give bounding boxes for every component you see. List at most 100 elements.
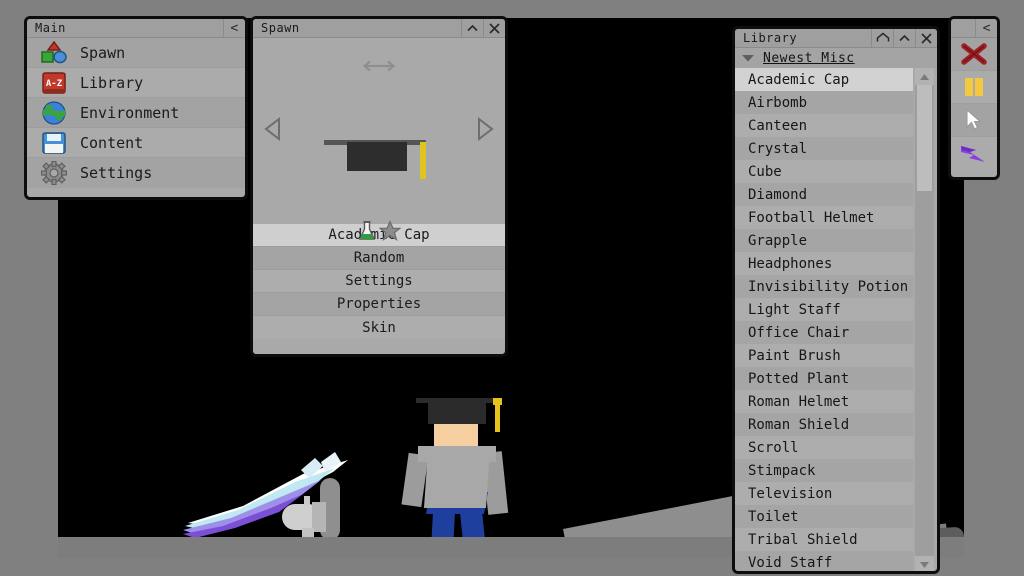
list-item[interactable]: Airbomb: [735, 91, 913, 114]
spawn-menu-item-label: Skin: [362, 319, 396, 336]
gear-icon: [40, 160, 68, 186]
list-item[interactable]: Void Staff: [735, 551, 913, 571]
list-item[interactable]: Invisibility Potion: [735, 275, 913, 298]
chevron-down-icon: [742, 55, 754, 62]
list-item[interactable]: Potted Plant: [735, 367, 913, 390]
spawn-menu-item-random[interactable]: Random: [253, 247, 505, 270]
library-category-filter[interactable]: Newest Misc: [735, 48, 937, 68]
scroll-down-button[interactable]: [915, 556, 934, 571]
list-item-label: Potted Plant: [748, 370, 850, 387]
list-item-label: Void Staff: [748, 554, 833, 571]
list-item-label: Tribal Shield: [748, 531, 858, 548]
sidebar-item-content[interactable]: Content: [27, 128, 245, 158]
cursor-arrow-icon: [966, 108, 982, 130]
flask-icon: [358, 221, 376, 240]
list-item[interactable]: Light Staff: [735, 298, 913, 321]
sidebar-item-library[interactable]: A-Z Library: [27, 68, 245, 98]
sidebar-item-label: Spawn: [80, 43, 126, 62]
list-item[interactable]: Cube: [735, 160, 913, 183]
spawn-preview-area[interactable]: [253, 38, 505, 241]
list-item-label: Airbomb: [748, 94, 808, 111]
library-window[interactable]: Library Newest Misc Academic Cap Airbomb: [732, 26, 940, 574]
list-item[interactable]: Stimpack: [735, 459, 913, 482]
list-item[interactable]: Headphones: [735, 252, 913, 275]
sidebar-item-settings[interactable]: Settings: [27, 158, 245, 188]
spawn-menu-item-label: Settings: [345, 273, 413, 289]
list-item[interactable]: Diamond: [735, 183, 913, 206]
tool-delete-button[interactable]: [951, 38, 997, 71]
tool-strip-window[interactable]: <: [948, 16, 1000, 180]
tool-impulse-button[interactable]: [951, 137, 997, 170]
library-category-label: Newest Misc: [763, 50, 855, 66]
list-item-label: Canteen: [748, 117, 808, 134]
library-close-button[interactable]: [915, 29, 937, 48]
main-menu-titlebar[interactable]: Main <: [27, 19, 245, 38]
list-item-label: Roman Helmet: [748, 393, 850, 410]
spawn-menu-item-label: Random: [353, 250, 405, 266]
list-item[interactable]: Tribal Shield: [735, 528, 913, 551]
spawn-next-button[interactable]: [475, 116, 495, 145]
list-item[interactable]: Academic Cap: [735, 68, 913, 91]
scrollbar-track[interactable]: [915, 85, 934, 556]
triangle-down-icon: [920, 561, 929, 568]
caret-up-icon: [467, 24, 478, 31]
tool-pause-button[interactable]: [951, 71, 997, 104]
list-item[interactable]: Roman Helmet: [735, 390, 913, 413]
library-item-list[interactable]: Academic Cap Airbomb Canteen Crystal Cub…: [735, 68, 913, 571]
spawn-menu-item-label: Properties: [336, 296, 422, 312]
tool-strip-collapse-button[interactable]: <: [975, 19, 997, 38]
sidebar-item-label: Settings: [80, 164, 153, 182]
spawn-menu-item-properties[interactable]: Properties: [253, 293, 505, 316]
spawn-badges: [357, 220, 401, 242]
triangle-right-icon: [478, 116, 494, 142]
library-minimize-button[interactable]: [893, 29, 915, 48]
list-item[interactable]: Crystal: [735, 137, 913, 160]
main-menu-window[interactable]: Main < Spawn A-Z Library Environment Con…: [24, 16, 248, 200]
list-item[interactable]: Roman Shield: [735, 413, 913, 436]
spawn-close-button[interactable]: [483, 19, 505, 38]
list-item[interactable]: Toilet: [735, 505, 913, 528]
list-item[interactable]: Grapple: [735, 229, 913, 252]
list-item-label: Television: [748, 485, 833, 502]
list-item-label: Paint Brush: [748, 347, 841, 364]
list-item[interactable]: Paint Brush: [735, 344, 913, 367]
academic-cap-tassel: [495, 400, 500, 432]
list-item[interactable]: Scroll: [735, 436, 913, 459]
close-icon: [921, 32, 932, 44]
list-item[interactable]: Football Helmet: [735, 206, 913, 229]
close-icon: [489, 22, 500, 34]
library-titlebar[interactable]: Library: [735, 29, 937, 48]
spawn-window[interactable]: Spawn Academic Cap Random Settings Prope…: [250, 16, 508, 357]
list-item-label: Toilet: [748, 508, 799, 525]
spawn-titlebar[interactable]: Spawn: [253, 19, 505, 38]
list-item[interactable]: Office Chair: [735, 321, 913, 344]
tool-strip-titlebar[interactable]: <: [951, 19, 997, 38]
list-item-label: Headphones: [748, 255, 833, 272]
az-book-icon: A-Z: [41, 71, 67, 95]
library-scrollbar[interactable]: [915, 68, 934, 571]
tool-select-button[interactable]: [951, 104, 997, 137]
sidebar-item-label: Environment: [80, 103, 180, 122]
list-item[interactable]: Television: [735, 482, 913, 505]
caret-up-icon: [899, 34, 910, 41]
sidebar-item-environment[interactable]: Environment: [27, 98, 245, 128]
spawn-prev-button[interactable]: [263, 116, 283, 145]
list-item[interactable]: Canteen: [735, 114, 913, 137]
list-item-label: Roman Shield: [748, 416, 850, 433]
scrollbar-thumb[interactable]: [917, 85, 932, 191]
main-menu-title: Main: [35, 21, 66, 35]
floppy-disk-icon: [41, 131, 67, 155]
list-item-label: Academic Cap: [748, 71, 850, 88]
spawn-minimize-button[interactable]: [461, 19, 483, 38]
list-item-label: Cube: [748, 163, 782, 180]
spawn-menu-item-skin[interactable]: Skin: [253, 316, 505, 339]
lightning-bolt-icon: [961, 145, 985, 162]
sidebar-item-spawn[interactable]: Spawn: [27, 38, 245, 68]
library-home-button[interactable]: [871, 29, 893, 48]
scroll-up-button[interactable]: [915, 68, 934, 85]
list-item-label: Stimpack: [748, 462, 816, 479]
globe-icon: [41, 100, 67, 125]
main-menu-collapse-button[interactable]: <: [223, 19, 245, 38]
spawn-menu-item-settings[interactable]: Settings: [253, 270, 505, 293]
sidebar-item-label: Library: [80, 73, 144, 92]
